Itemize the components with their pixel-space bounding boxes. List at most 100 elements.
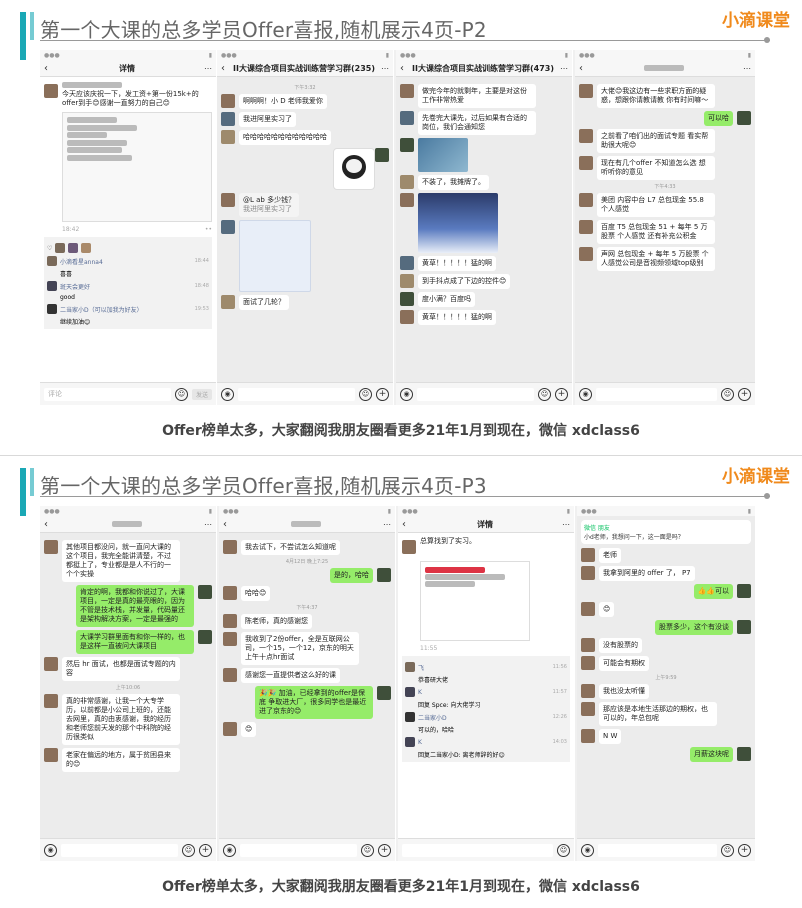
comment-row[interactable]: K 11:57 bbox=[405, 687, 567, 697]
more-icon[interactable]: ⋯ bbox=[379, 520, 391, 529]
avatar[interactable] bbox=[221, 112, 235, 126]
comment-row[interactable]: K 14:03 bbox=[405, 737, 567, 747]
send-button[interactable]: 发送 bbox=[191, 388, 212, 400]
back-arrow-icon[interactable]: ‹ bbox=[223, 519, 233, 530]
comment-input[interactable] bbox=[402, 843, 553, 857]
moment-image[interactable] bbox=[62, 112, 212, 222]
avatar[interactable] bbox=[400, 111, 414, 125]
back-arrow-icon[interactable]: ‹ bbox=[402, 519, 412, 530]
more-icon[interactable]: ⋯ bbox=[377, 64, 389, 73]
more-icon[interactable]: ⋯ bbox=[556, 64, 568, 73]
avatar[interactable] bbox=[737, 111, 751, 125]
voice-icon[interactable]: ◉ bbox=[221, 387, 234, 401]
back-arrow-icon[interactable]: ‹ bbox=[44, 63, 54, 74]
shared-screenshot[interactable] bbox=[418, 193, 498, 253]
more-icon[interactable]: ⋯ bbox=[200, 64, 212, 73]
avatar[interactable] bbox=[581, 638, 595, 652]
avatar[interactable] bbox=[402, 540, 416, 554]
emoji-icon[interactable]: ☺ bbox=[721, 843, 734, 857]
emoji-icon[interactable]: ☺ bbox=[359, 387, 372, 401]
shared-screenshot[interactable] bbox=[239, 220, 311, 292]
meme-sticker[interactable] bbox=[333, 148, 375, 190]
avatar[interactable] bbox=[581, 602, 595, 616]
comment-row[interactable]: 二当家小D 12:26 bbox=[405, 712, 567, 722]
avatar[interactable] bbox=[44, 657, 58, 671]
avatar[interactable] bbox=[400, 256, 414, 270]
avatar[interactable] bbox=[223, 668, 237, 682]
back-arrow-icon[interactable]: ‹ bbox=[400, 63, 410, 74]
emoji-icon[interactable]: ☺ bbox=[721, 387, 734, 401]
avatar[interactable] bbox=[400, 274, 414, 288]
avatar[interactable] bbox=[581, 548, 595, 562]
avatar[interactable] bbox=[221, 94, 235, 108]
avatar[interactable] bbox=[400, 175, 414, 189]
avatar[interactable] bbox=[581, 702, 595, 716]
comment-row[interactable]: 斑天会更好 18:48 bbox=[47, 281, 209, 291]
emoji-icon[interactable]: ☺ bbox=[174, 387, 188, 401]
avatar[interactable] bbox=[400, 84, 414, 98]
moment-image[interactable] bbox=[420, 561, 530, 641]
avatar[interactable] bbox=[221, 220, 235, 234]
avatar[interactable] bbox=[198, 585, 212, 599]
avatar[interactable] bbox=[737, 747, 751, 761]
more-icon[interactable]: ⋯ bbox=[739, 64, 751, 73]
plus-icon[interactable]: + bbox=[378, 843, 391, 857]
notification-banner[interactable]: 微信 朋友 小d老师，我想问一下，这一面是吗？ bbox=[581, 520, 751, 544]
comment-input[interactable]: 评论 bbox=[44, 387, 171, 401]
avatar[interactable] bbox=[221, 193, 235, 207]
avatar[interactable] bbox=[223, 540, 237, 554]
avatar[interactable] bbox=[579, 220, 593, 234]
back-arrow-icon[interactable]: ‹ bbox=[221, 63, 231, 74]
voice-icon[interactable]: ◉ bbox=[581, 843, 594, 857]
chat-input[interactable] bbox=[598, 843, 717, 857]
avatar[interactable] bbox=[400, 310, 414, 324]
avatar[interactable] bbox=[400, 138, 414, 152]
avatar[interactable] bbox=[223, 632, 237, 646]
chat-input[interactable] bbox=[61, 843, 178, 857]
avatar[interactable] bbox=[44, 540, 58, 554]
avatar[interactable] bbox=[223, 614, 237, 628]
avatar[interactable] bbox=[223, 722, 237, 736]
plus-icon[interactable]: + bbox=[738, 843, 751, 857]
avatar[interactable] bbox=[737, 620, 751, 634]
avatar[interactable] bbox=[737, 584, 751, 598]
emoji-icon[interactable]: ☺ bbox=[557, 843, 570, 857]
voice-icon[interactable]: ◉ bbox=[579, 387, 592, 401]
like-comment-icon[interactable]: •• bbox=[205, 226, 212, 233]
chat-input[interactable] bbox=[238, 387, 355, 401]
plus-icon[interactable]: + bbox=[555, 387, 568, 401]
emoji-icon[interactable]: ☺ bbox=[361, 843, 374, 857]
avatar[interactable] bbox=[221, 130, 235, 144]
avatar[interactable] bbox=[579, 84, 593, 98]
comment-row[interactable]: 小滴看星anna4 18:44 bbox=[47, 256, 209, 266]
chat-input[interactable] bbox=[417, 387, 534, 401]
plus-icon[interactable]: + bbox=[376, 387, 389, 401]
avatar[interactable] bbox=[44, 748, 58, 762]
more-icon[interactable]: ⋯ bbox=[558, 520, 570, 529]
avatar[interactable] bbox=[400, 292, 414, 306]
avatar[interactable] bbox=[44, 84, 58, 98]
avatar[interactable] bbox=[581, 684, 595, 698]
voice-icon[interactable]: ◉ bbox=[400, 387, 413, 401]
comment-row[interactable]: 二当家小D（可以加我为好友） 19:53 bbox=[47, 304, 209, 314]
chat-input[interactable] bbox=[596, 387, 717, 401]
avatar[interactable] bbox=[223, 586, 237, 600]
avatar[interactable] bbox=[579, 193, 593, 207]
avatar[interactable] bbox=[581, 656, 595, 670]
voice-icon[interactable]: ◉ bbox=[223, 843, 236, 857]
avatar[interactable] bbox=[581, 729, 595, 743]
avatar[interactable] bbox=[375, 148, 389, 162]
more-icon[interactable]: ⋯ bbox=[200, 520, 212, 529]
avatar[interactable] bbox=[400, 193, 414, 207]
shared-photo[interactable] bbox=[418, 138, 468, 172]
voice-icon[interactable]: ◉ bbox=[44, 843, 57, 857]
back-arrow-icon[interactable]: ‹ bbox=[579, 63, 589, 74]
chat-input[interactable] bbox=[240, 843, 357, 857]
avatar[interactable] bbox=[44, 694, 58, 708]
avatar[interactable] bbox=[581, 566, 595, 580]
avatar[interactable] bbox=[579, 247, 593, 261]
avatar[interactable] bbox=[579, 156, 593, 170]
comment-row[interactable]: 飞 11:56 bbox=[405, 662, 567, 672]
plus-icon[interactable]: + bbox=[738, 387, 751, 401]
emoji-icon[interactable]: ☺ bbox=[538, 387, 551, 401]
